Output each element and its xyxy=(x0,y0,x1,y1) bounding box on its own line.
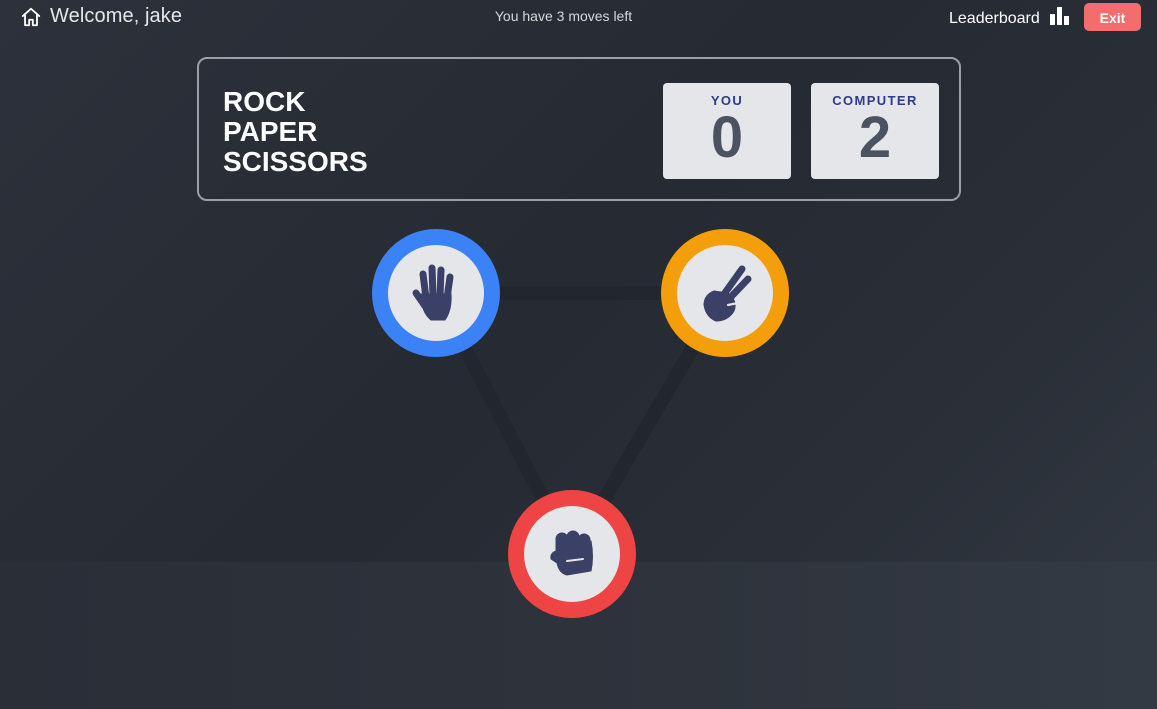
leaderboard-label[interactable]: Leaderboard xyxy=(949,10,1040,28)
player-score-value: 0 xyxy=(710,105,744,170)
computer-score-value: 2 xyxy=(858,105,892,170)
computer-score-box: COMPUTER 2 xyxy=(811,83,939,179)
rock-choice-button[interactable] xyxy=(508,490,636,618)
top-bar: Welcome, jake You have 3 moves left Lead… xyxy=(0,0,1157,34)
fist-icon[interactable] xyxy=(547,529,597,579)
scoreboard: ROCK PAPER SCISSORS YOU 0 COMPUTER 2 xyxy=(197,57,961,201)
open-hand-icon[interactable] xyxy=(411,262,461,324)
scissors-choice-button[interactable] xyxy=(661,229,789,357)
game-title-line-rock: ROCK xyxy=(223,86,306,117)
player-score-box: YOU 0 xyxy=(663,83,791,179)
leaderboard-link[interactable]: Leaderboard xyxy=(949,7,1070,30)
paper-choice-button[interactable] xyxy=(372,229,500,357)
game-title-line-paper: PAPER xyxy=(223,116,318,147)
exit-button[interactable]: Exit xyxy=(1084,3,1141,31)
game-title-line-scissors: SCISSORS xyxy=(223,146,368,177)
peace-hand-icon[interactable] xyxy=(698,263,752,323)
bar-chart-icon[interactable] xyxy=(1049,7,1070,30)
game-title: ROCK PAPER SCISSORS xyxy=(223,87,368,177)
